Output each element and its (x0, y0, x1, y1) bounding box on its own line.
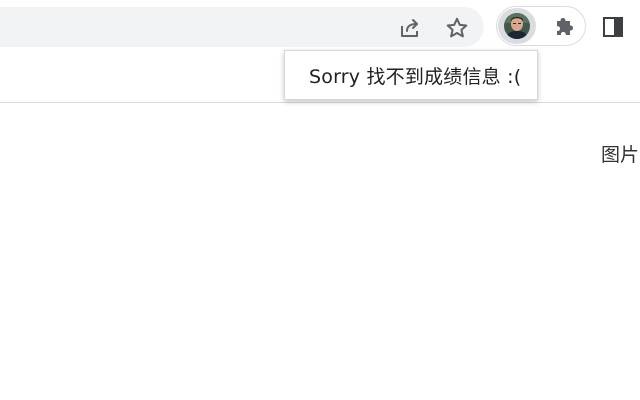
avatar (504, 13, 530, 39)
popup-message: Sorry 找不到成绩信息 :( (309, 65, 522, 88)
extensions-button[interactable] (549, 11, 581, 43)
toolbar-divider (0, 102, 640, 103)
side-panel-button[interactable] (597, 11, 629, 43)
side-panel-icon (603, 17, 623, 37)
extension-popup: Sorry 找不到成绩信息 :( (284, 50, 538, 100)
browser-window: Sorry 找不到成绩信息 :( 图片 (0, 0, 640, 400)
browser-toolbar (0, 0, 640, 56)
star-icon (446, 17, 468, 38)
bookmark-button[interactable] (441, 12, 473, 44)
share-button[interactable] (394, 12, 426, 44)
profile-button[interactable] (498, 8, 536, 44)
puzzle-icon (557, 18, 573, 35)
share-icon (401, 19, 418, 37)
page-label: 图片 (601, 144, 640, 166)
